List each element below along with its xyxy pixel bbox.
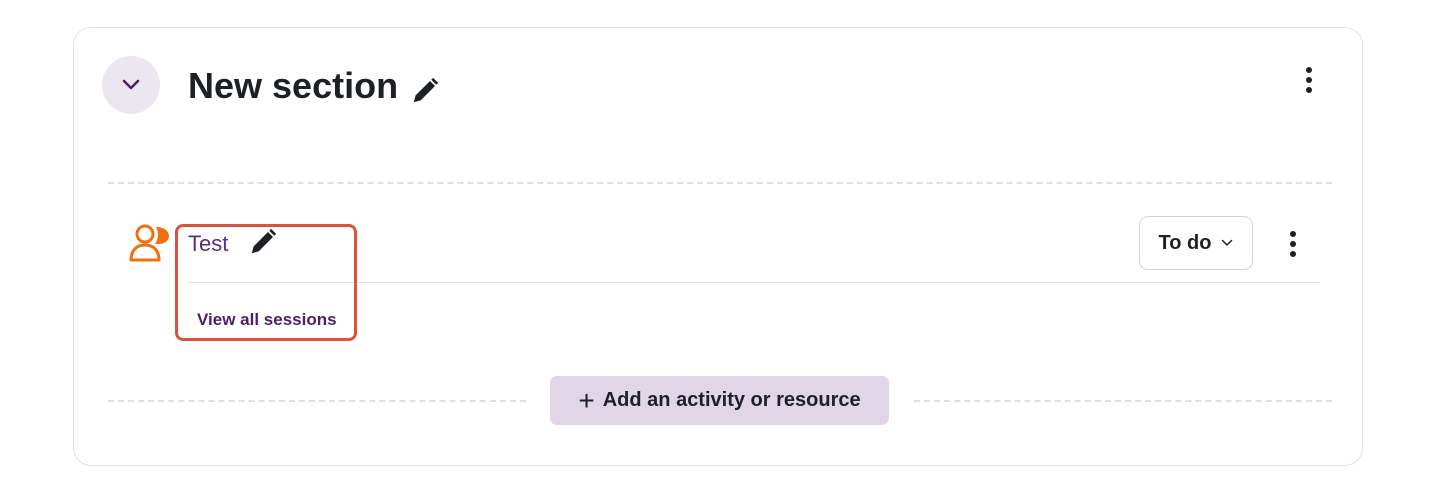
kebab-dot xyxy=(1306,67,1312,73)
completion-status-dropdown[interactable]: To do xyxy=(1139,216,1253,270)
add-divider-right xyxy=(914,400,1332,402)
section-menu-button[interactable] xyxy=(1302,67,1316,93)
view-all-sessions-link[interactable]: View all sessions xyxy=(197,309,337,331)
add-activity-label: Add an activity or resource xyxy=(602,389,861,411)
activity-menu-button[interactable] xyxy=(1286,231,1300,257)
pencil-icon[interactable] xyxy=(248,227,278,257)
kebab-dot xyxy=(1290,241,1296,247)
add-divider-left xyxy=(108,400,526,402)
course-section-card: New section Test View all sessions To do xyxy=(73,27,1363,466)
chevron-down-icon xyxy=(122,79,140,90)
activity-name-link[interactable]: Test xyxy=(188,230,228,258)
completion-status-label: To do xyxy=(1158,231,1212,254)
chevron-down-icon xyxy=(1222,239,1233,246)
collapse-section-button[interactable] xyxy=(102,56,160,114)
section-title: New section xyxy=(188,65,399,106)
activity-divider xyxy=(188,282,1320,283)
kebab-dot xyxy=(1306,87,1312,93)
kebab-dot xyxy=(1306,77,1312,83)
section-divider xyxy=(108,182,1332,184)
pencil-icon[interactable] xyxy=(410,76,440,106)
kebab-dot xyxy=(1290,231,1296,237)
add-activity-button[interactable]: + Add an activity or resource xyxy=(550,376,889,425)
kebab-dot xyxy=(1290,251,1296,257)
face-to-face-icon xyxy=(129,224,169,262)
plus-icon: + xyxy=(578,384,595,416)
